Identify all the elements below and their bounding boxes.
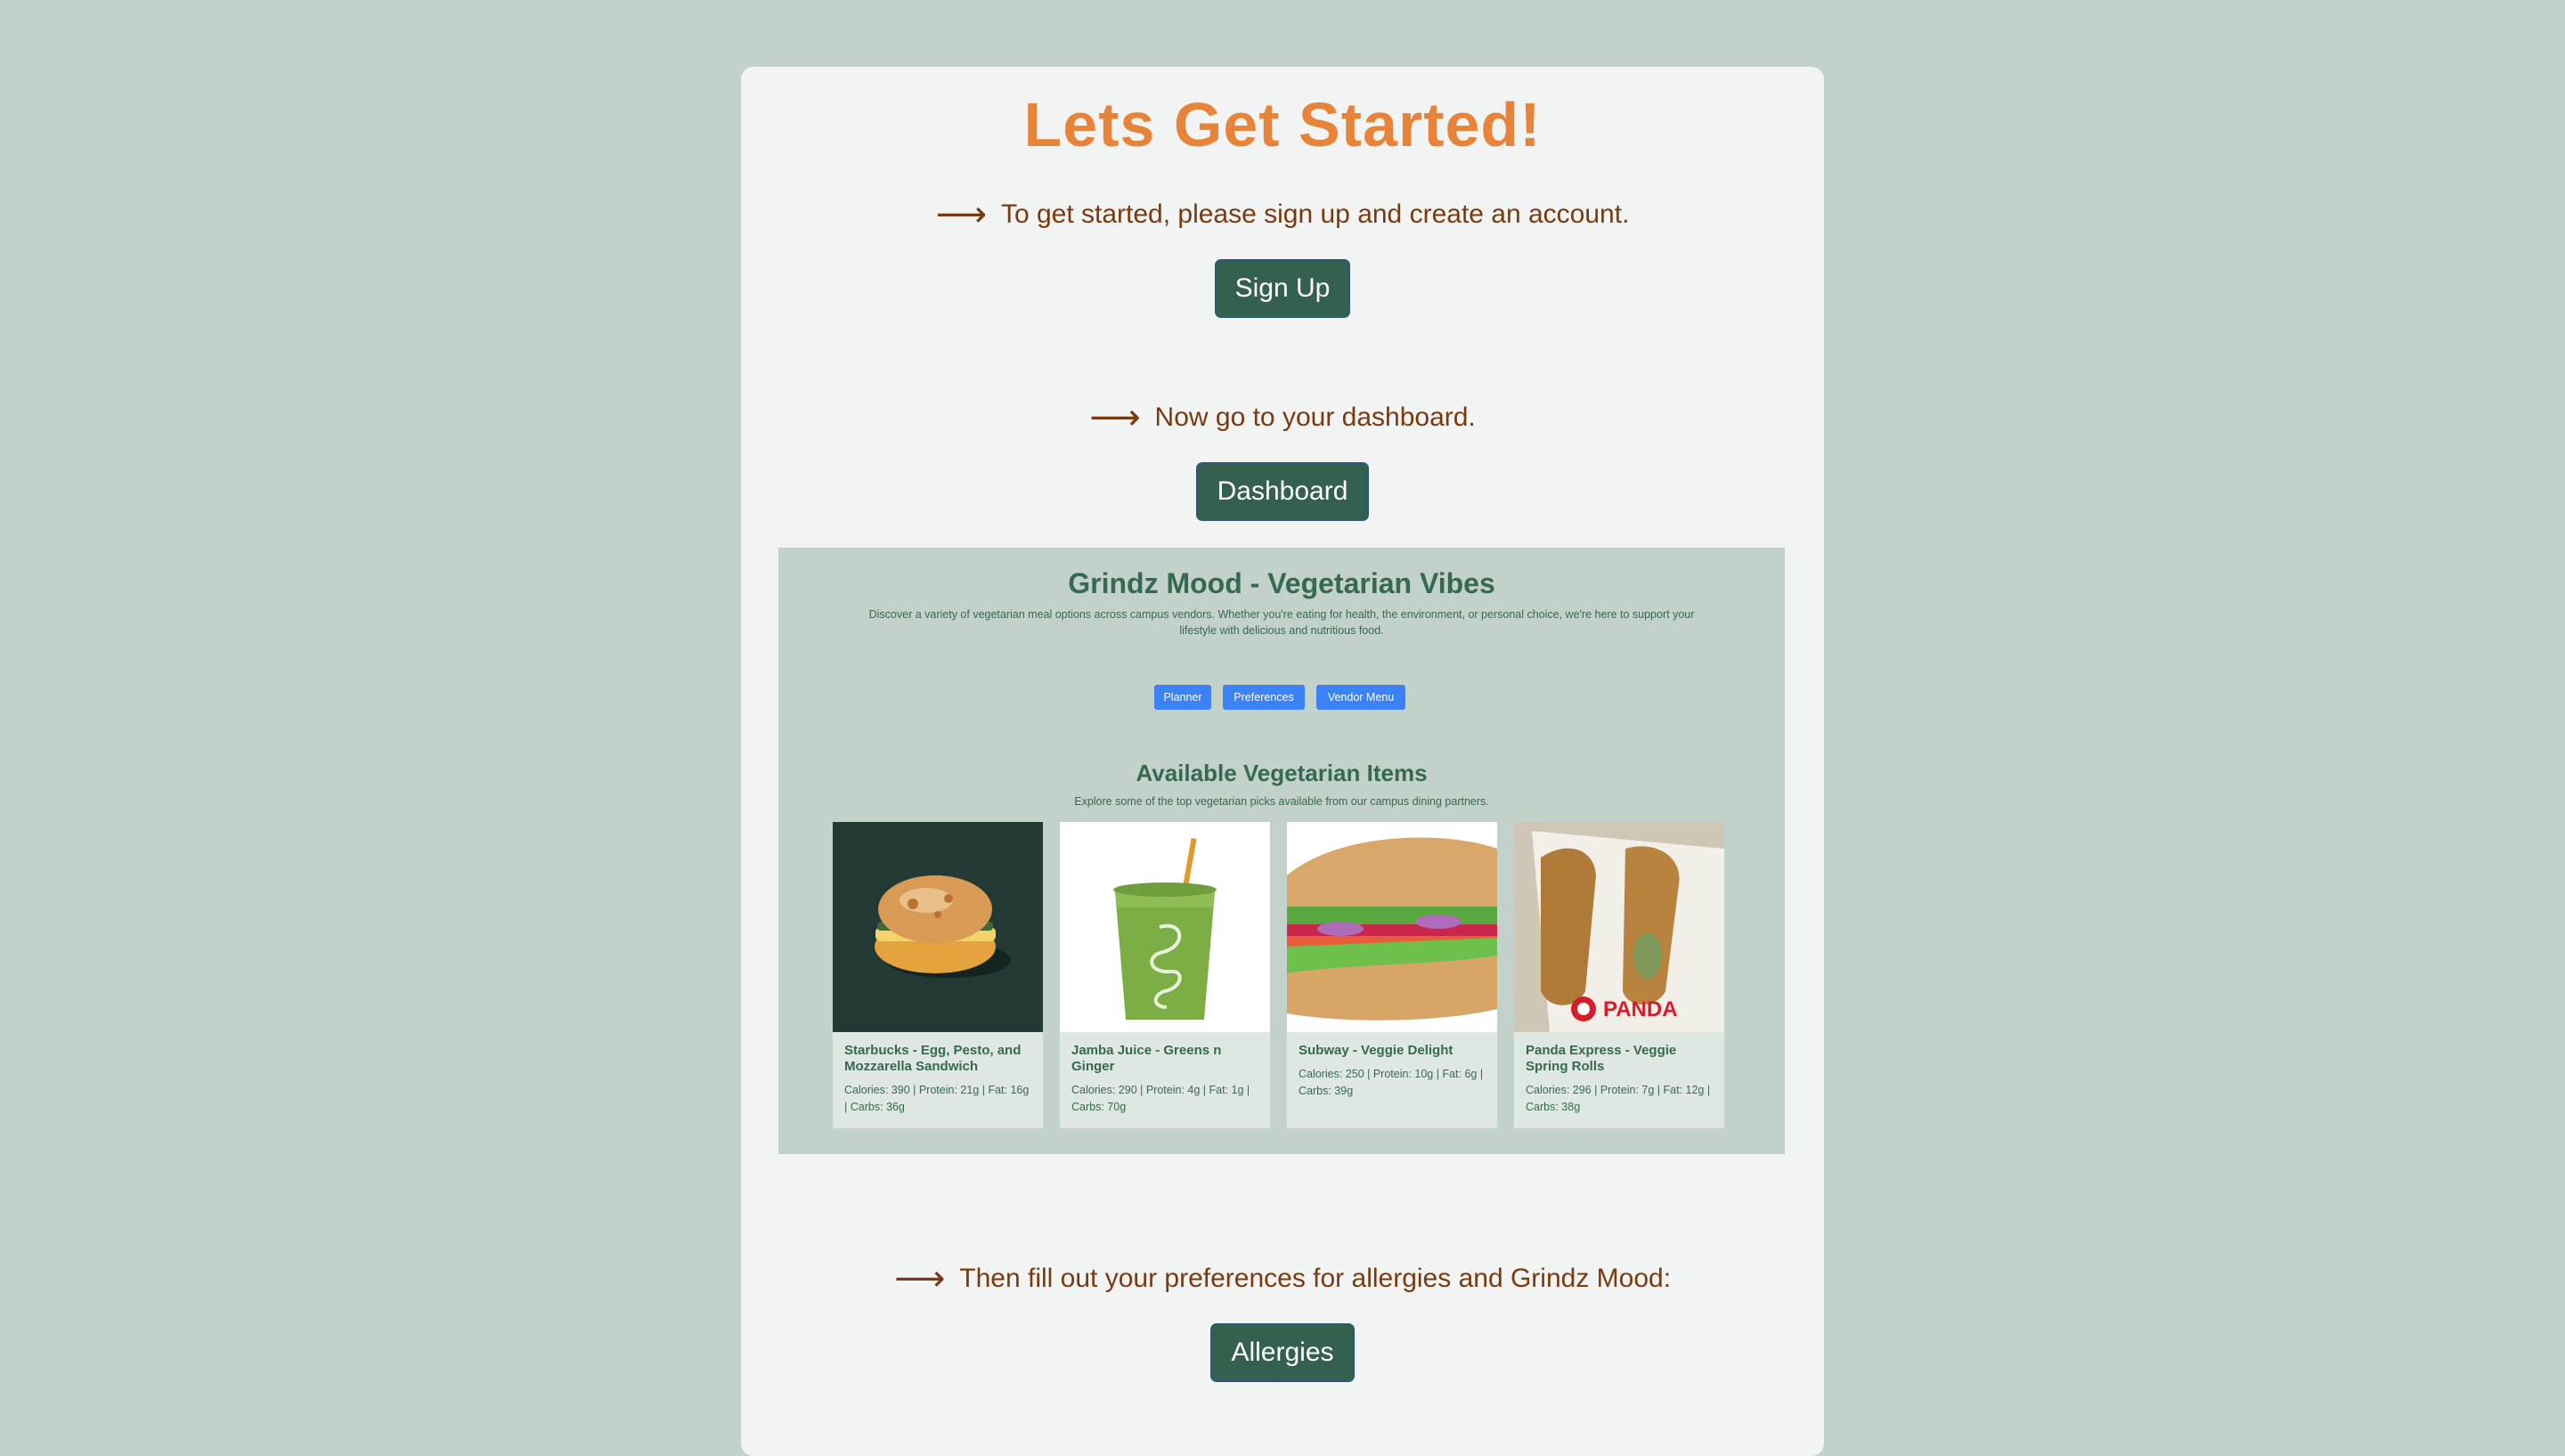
panda-logo-text: PANDA [1603,997,1678,1021]
section-title: Available Vegetarian Items [1136,760,1428,786]
sign-up-button[interactable]: Sign Up [1215,259,1350,318]
arrow-right-icon: ⟶ [1089,398,1141,437]
step-preferences: ⟶ Then fill out your preferences for alle… [0,1258,2565,1299]
step-signup-text: To get started, please sign up and creat… [1000,199,1630,229]
planner-button[interactable]: Planner [1154,685,1211,710]
allergies-button[interactable]: Allergies [1210,1323,1355,1382]
step-dashboard-text: Now go to your dashboard. [1154,403,1476,432]
step-preferences-text: Then fill out your preferences for aller… [959,1264,1672,1293]
dashboard-preview: Grindz Mood - Vegetarian Vibes Discover … [778,548,1785,1154]
food-card[interactable]: PANDA Panda Express - Veggie Spring Roll… [1514,822,1724,1128]
section-description: Explore some of the top vegetarian picks… [1074,795,1489,808]
arrow-right-icon: ⟶ [935,195,987,234]
preview-description: Discover a variety of vegetarian meal op… [868,608,1695,637]
page-title: Lets Get Started! [1023,90,1542,159]
food-card-name: Starbucks - Egg, Pesto, and Mozzarella S… [844,1043,1022,1074]
vendor-menu-button[interactable]: Vendor Menu [1316,685,1405,710]
step-dashboard: ⟶ Now go to your dashboard. [0,397,2565,438]
step-signup: ⟶ To get started, please sign up and crea… [0,194,2565,235]
food-card-name: Jamba Juice - Greens n Ginger [1071,1043,1222,1074]
smoothie-image [1060,822,1270,1032]
preview-title: Grindz Mood - Vegetarian Vibes [1068,567,1495,599]
food-card[interactable]: Subway - Veggie Delight Calories: 250 | … [1287,822,1497,1128]
food-card-name: Subway - Veggie Delight [1299,1043,1454,1058]
food-card[interactable]: Starbucks - Egg, Pesto, and Mozzarella S… [833,822,1043,1128]
food-card-nutrition: Calories: 290 | Protein: 4g | Fat: 1g | … [1071,1084,1250,1113]
spring-rolls-image: PANDA [1514,822,1724,1032]
food-card-name: Panda Express - Veggie Spring Rolls [1526,1043,1677,1074]
food-card-nutrition: Calories: 296 | Protein: 7g | Fat: 12g |… [1526,1084,1711,1113]
food-card-nutrition: Calories: 250 | Protein: 10g | Fat: 6g |… [1299,1068,1484,1097]
sub-sandwich-image [1287,822,1497,1032]
preferences-button[interactable]: Preferences [1223,685,1305,710]
food-card[interactable]: Jamba Juice - Greens n Ginger Calories: … [1060,822,1270,1128]
sandwich-image [833,822,1043,1032]
arrow-right-icon: ⟶ [893,1259,946,1298]
dashboard-button[interactable]: Dashboard [1196,462,1369,521]
food-card-nutrition: Calories: 390 | Protein: 21g | Fat: 16g … [844,1084,1030,1113]
